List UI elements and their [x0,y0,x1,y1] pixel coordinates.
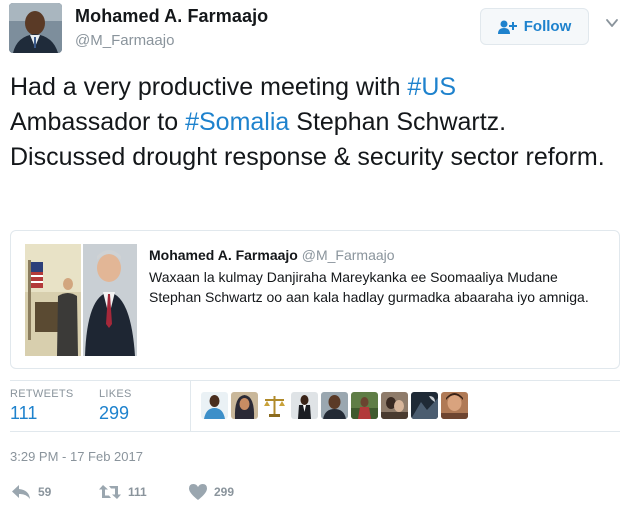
quoted-tweet-text: Waxaan la kulmay Danjiraha Mareykanka ee… [149,269,589,305]
liker-avatar[interactable] [291,392,318,419]
quoted-author-name: Mohamed A. Farmaajo [149,247,298,263]
retweet-count: 111 [128,485,147,499]
add-user-icon [497,20,517,34]
tweet-timestamp[interactable]: 3:29 PM - 17 Feb 2017 [10,449,143,464]
quoted-tweet[interactable]: Mohamed A. Farmaajo @M_Farmaajo Waxaan l… [10,230,620,369]
likes-count[interactable]: 299 [99,403,129,424]
retweets-count[interactable]: 111 [10,403,37,424]
like-button[interactable]: 299 [188,483,234,501]
reply-button[interactable]: 59 [10,483,51,501]
divider [10,431,620,432]
like-count: 299 [214,485,235,499]
hashtag-us[interactable]: #US [407,73,456,101]
quoted-tweet-photo[interactable] [25,244,137,356]
reply-icon [12,485,30,499]
follow-button-label: Follow [523,18,572,35]
retweets-label: RETWEETS [10,388,74,400]
tweet-header: Mohamed A. Farmaajo @M_Farmaajo Follow [0,0,624,60]
liker-avatar[interactable] [261,392,288,419]
chevron-down-icon[interactable] [604,15,620,31]
quoted-tweet-author[interactable]: Mohamed A. Farmaajo @M_Farmaajo [149,247,395,263]
reply-count: 59 [38,485,52,499]
author-handle[interactable]: @M_Farmaajo [75,32,174,49]
author-name[interactable]: Mohamed A. Farmaajo [75,6,268,27]
liker-avatar[interactable] [441,392,468,419]
liker-avatar[interactable] [381,392,408,419]
tweet-text-part: Had a very productive meeting with [10,73,408,101]
stats-separator [190,381,191,431]
liker-avatar[interactable] [201,392,228,419]
tweet-text: Had a very productive meeting with #US A… [10,70,616,175]
follow-button[interactable]: Follow [480,8,589,45]
likers-avatars [201,392,468,420]
liker-avatar[interactable] [411,392,438,419]
liker-avatar[interactable] [231,392,258,419]
likes-label: LIKES [99,388,132,400]
liker-avatar[interactable] [351,392,378,419]
tweet-actions: 59 111 299 [0,480,624,508]
retweet-button[interactable]: 111 [98,483,147,501]
tweet-text-part: Ambassador to [10,108,186,136]
hashtag-somalia[interactable]: #Somalia [185,108,289,136]
heart-icon [189,484,207,500]
retweet-icon [99,485,121,499]
author-avatar[interactable] [9,3,62,53]
liker-avatar[interactable] [321,392,348,419]
quoted-author-handle: @M_Farmaajo [301,247,395,263]
tweet-stats: RETWEETS 111 LIKES 299 [0,381,624,431]
